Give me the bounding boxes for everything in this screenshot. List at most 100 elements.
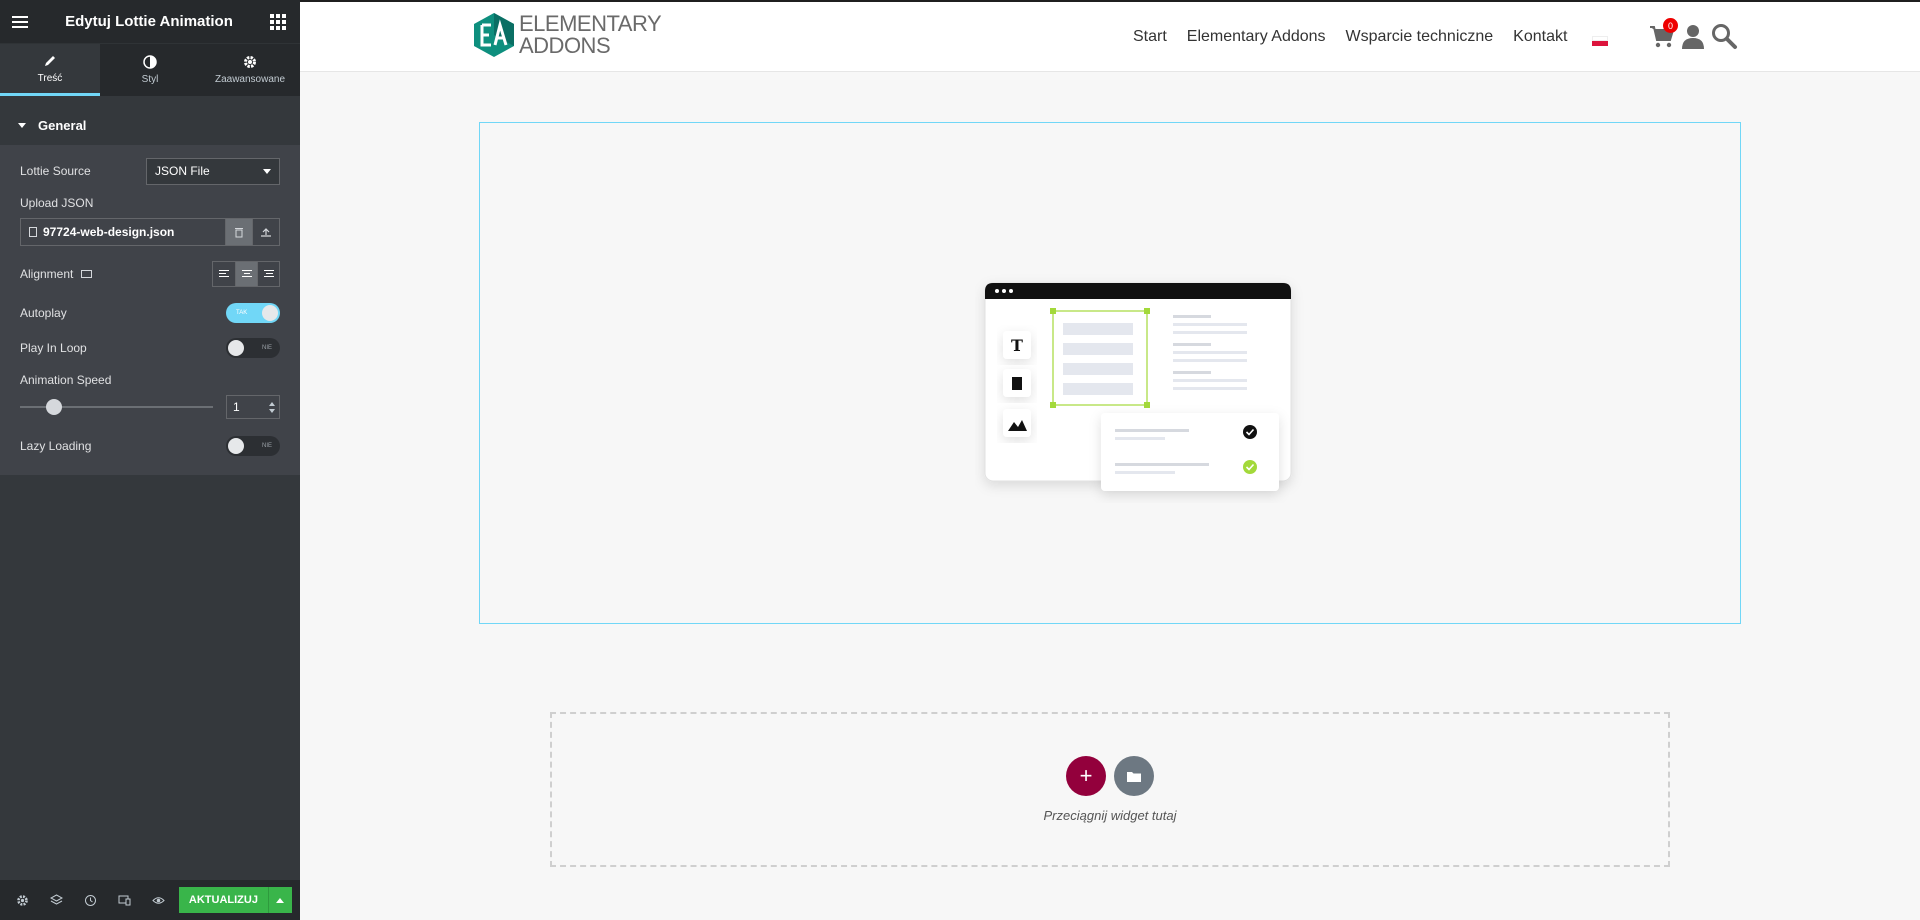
page-preview: ELEMENTARY ADDONS Start Elementary Addon… [300,0,1920,920]
polish-flag-icon[interactable] [1592,36,1608,46]
tab-style-label: Styl [141,74,159,85]
site-logo[interactable]: ELEMENTARY ADDONS [473,11,662,58]
chevron-up-icon [276,897,285,903]
caret-down-icon [18,123,26,128]
control-autoplay: Autoplay TAK [20,295,280,330]
update-button[interactable]: AKTUALIZUJ [178,887,268,913]
tab-content[interactable]: Treść [0,44,100,96]
upload-file-text: 97724-web-design.json [43,225,175,239]
lazy-toggle[interactable]: NIE [226,436,280,456]
upload-icon [261,228,271,237]
tab-style[interactable]: Styl [100,44,200,96]
site-header: ELEMENTARY ADDONS Start Elementary Addon… [300,2,1920,72]
folder-icon [1127,771,1141,782]
tab-advanced-label: Zaawansowane [214,74,286,85]
chevron-down-icon [263,168,271,174]
logo-mark-icon [474,13,514,57]
nav-item-start[interactable]: Start [1133,28,1167,46]
logo-line-1: ELEMENTARY [519,11,662,36]
gear-icon [244,56,256,68]
upload-file-button[interactable] [252,219,279,245]
speed-slider[interactable] [20,399,213,415]
update-options-button[interactable] [267,887,292,913]
drop-zone-buttons: + [1066,756,1154,796]
svg-text:T: T [1011,336,1023,355]
header-icons: 0 [1648,18,1738,50]
upload-json-label: Upload JSON [20,196,94,210]
loop-state: NIE [261,344,272,351]
layers-icon[interactable] [42,886,72,914]
stepper-arrows-icon[interactable] [269,401,275,413]
search-icon[interactable] [1710,22,1738,50]
drop-zone-text: Przeciągnij widget tutaj [1043,808,1177,823]
animation-speed-label: Animation Speed [20,373,112,387]
control-lottie-source: Lottie Source JSON File [20,146,280,190]
lottie-source-select[interactable]: JSON File [146,157,280,185]
section-title: General [38,118,87,133]
loop-toggle[interactable]: NIE [226,337,280,358]
panel-title: Edytuj Lottie Animation [65,13,233,30]
control-animation-speed: 1 [20,391,280,423]
add-section-button[interactable]: + [1066,756,1106,796]
logo-wordmark: ELEMENTARY ADDONS [519,11,662,58]
plus-icon: + [1079,763,1093,788]
alignment-buttons [212,260,280,287]
preview-eye-icon[interactable] [143,886,173,914]
align-right-button[interactable] [257,261,279,286]
main-nav: Start Elementary Addons Wsparcie technic… [1133,28,1567,46]
cart-count-badge: 0 [1663,18,1678,33]
loop-label: Play In Loop [20,340,87,355]
align-left-button[interactable] [213,262,235,286]
menu-icon[interactable] [12,13,28,31]
upload-json-field[interactable]: 97724-web-design.json [20,218,280,246]
monitor-icon[interactable] [81,269,93,278]
panel-tabs: Treść Styl Zaawansowane [0,43,300,96]
tab-advanced[interactable]: Zaawansowane [200,44,300,96]
autoplay-label: Autoplay [20,305,67,320]
add-template-button[interactable] [1114,756,1154,796]
lazy-state: NIE [261,443,272,449]
control-alignment: Alignment [20,252,280,295]
nav-item-contact[interactable]: Kontakt [1513,28,1567,46]
toggle-knob [228,438,244,454]
lottie-source-label: Lottie Source [20,164,91,178]
speed-slider-handle[interactable] [46,399,62,415]
control-lazy-loading: Lazy Loading NIE [20,423,280,469]
tab-content-label: Treść [37,72,63,84]
alignment-label-wrap: Alignment [20,267,93,281]
autoplay-state: TAK [236,309,248,316]
delete-file-button[interactable] [225,219,252,245]
section-general-toggle[interactable]: General [0,106,300,146]
panel-header: Edytuj Lottie Animation [0,0,300,43]
controls-list: Lottie Source JSON File Upload JSON 9772… [0,146,300,475]
history-icon[interactable] [76,886,106,914]
lazy-label: Lazy Loading [20,439,92,453]
control-play-in-loop: Play In Loop NIE [20,330,280,365]
file-icon [29,227,37,237]
toggle-knob [262,304,278,321]
editor-root: Edytuj Lottie Animation Treść Styl Zaawa… [0,0,1920,920]
settings-icon[interactable] [8,886,38,914]
lottie-widget-selected[interactable]: T [479,122,1741,624]
nav-item-support[interactable]: Wsparcie techniczne [1346,28,1494,46]
cart-button[interactable]: 0 [1648,18,1678,50]
web-design-animation: T [984,282,1292,491]
lottie-source-value: JSON File [155,164,210,178]
user-icon[interactable] [1680,22,1706,50]
logo-line-2: ADDONS [519,33,611,58]
widget-drop-zone[interactable]: + Przeciągnij widget tutaj [550,712,1670,867]
panel-footer: AKTUALIZUJ [0,880,300,920]
update-button-group: AKTUALIZUJ [178,887,292,913]
pencil-icon [45,55,55,66]
widgets-grid-icon[interactable] [270,13,286,30]
autoplay-toggle[interactable]: TAK [226,302,280,323]
trash-icon [235,227,243,237]
upload-file-name[interactable]: 97724-web-design.json [21,219,225,245]
align-center-button[interactable] [235,261,257,286]
nav-item-elementary-addons[interactable]: Elementary Addons [1187,28,1326,46]
speed-number-input[interactable]: 1 [226,395,280,419]
responsive-icon[interactable] [109,886,139,914]
contrast-icon [143,55,157,69]
editor-panel: Edytuj Lottie Animation Treść Styl Zaawa… [0,0,300,920]
speed-value: 1 [233,400,240,414]
